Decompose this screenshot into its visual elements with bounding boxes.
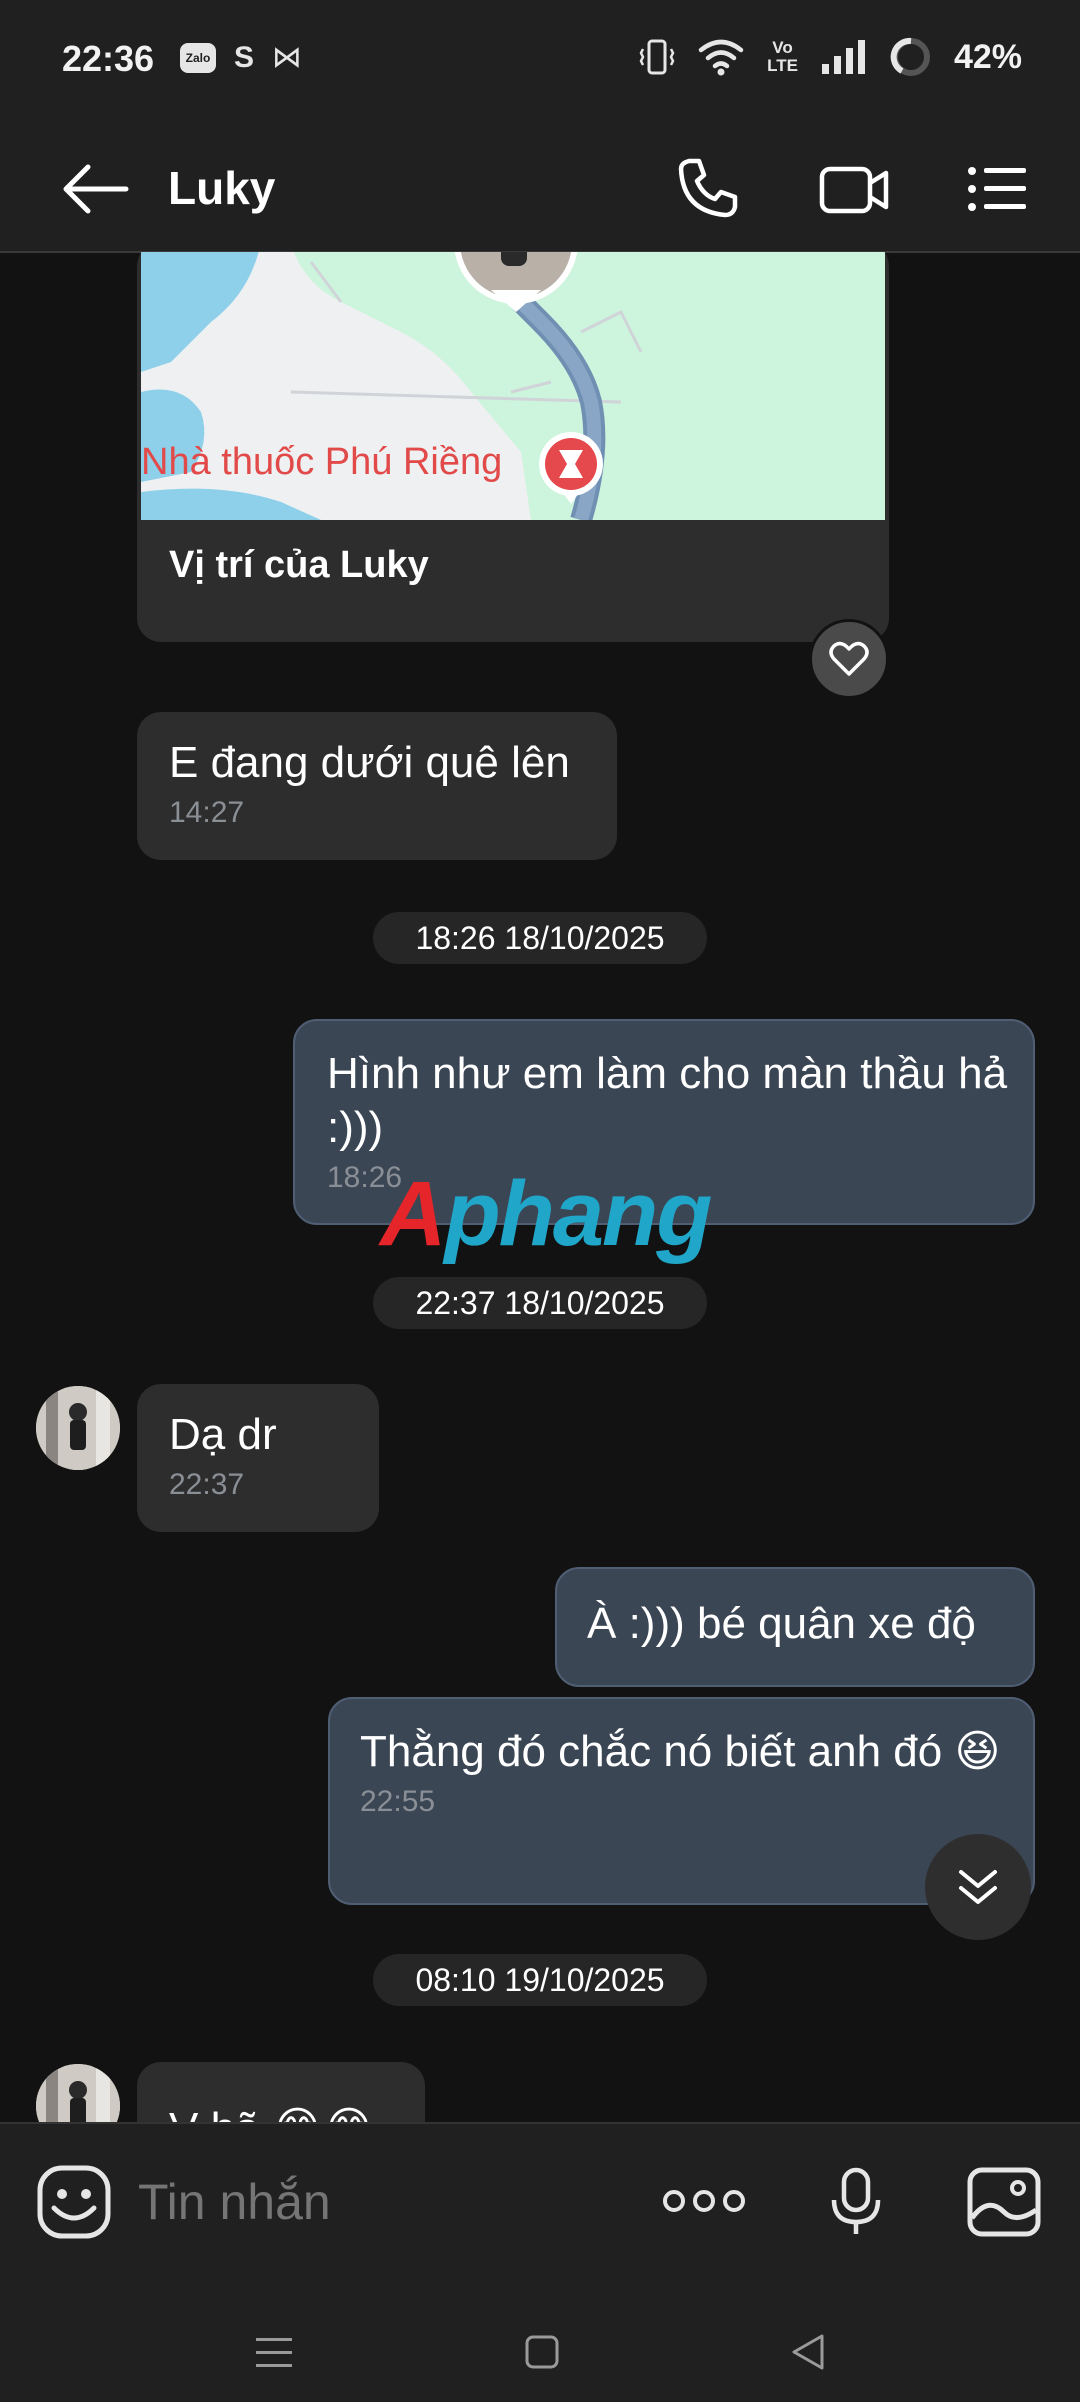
- message-time: 22:55: [360, 1785, 436, 1818]
- date-separator: 22:37 18/10/2025: [373, 1277, 707, 1329]
- call-icon[interactable]: [675, 155, 741, 221]
- message-time: 14:27: [169, 796, 245, 829]
- message-list[interactable]: Nhà thuốc Phú Riềng Vị trí của Luky E đa…: [0, 252, 1080, 2122]
- menu-icon[interactable]: [964, 159, 1028, 219]
- capcut-icon: ⋈: [272, 41, 303, 74]
- message-input[interactable]: [138, 2172, 618, 2232]
- heart-icon: [829, 641, 869, 676]
- watermark-logo: Aphang: [380, 1163, 712, 1265]
- status-time: 22:36: [62, 38, 155, 79]
- contact-name[interactable]: Luky: [168, 161, 275, 215]
- notification-icons: Zalo S ⋈: [180, 40, 302, 75]
- mic-icon[interactable]: [828, 2166, 884, 2238]
- message-composer: [0, 2122, 1080, 2402]
- message-text: V hã 😂😂: [169, 2102, 375, 2122]
- signal-icon: [821, 40, 865, 74]
- message-text: À :))) bé quân xe độ: [587, 1599, 976, 1648]
- avatar-photo: [36, 1386, 120, 1470]
- message-text: Thằng đó chắc nó biết anh đó 😆: [360, 1727, 1001, 1776]
- scroll-to-bottom-button[interactable]: [925, 1834, 1031, 1940]
- battery-percent: 42%: [953, 37, 1022, 76]
- video-call-icon[interactable]: [818, 159, 890, 219]
- double-chevron-down-icon: [959, 1870, 997, 1904]
- system-icons: Vo LTE 42%: [639, 36, 1022, 78]
- message-text: Dạ dr: [169, 1410, 277, 1459]
- more-icon[interactable]: [662, 2186, 746, 2216]
- status-bar: 22:36 Zalo S ⋈ Vo LTE 42%: [0, 0, 1080, 125]
- location-message[interactable]: Nhà thuốc Phú Riềng Vị trí của Luky: [137, 252, 889, 642]
- message-text: Hình như em làm cho màn thầu hả :))): [327, 1049, 1008, 1152]
- chat-header: Luky: [0, 125, 1080, 253]
- message-time: 22:37: [169, 1468, 245, 1501]
- avatar-photo: [36, 2064, 120, 2122]
- vibrate-icon: [639, 39, 675, 75]
- pharmacy-label: Nhà thuốc Phú Riềng: [141, 441, 502, 483]
- location-title: Vị trí của Luky: [169, 544, 429, 586]
- recent-apps-icon[interactable]: [252, 2334, 296, 2372]
- emoji-icon[interactable]: [36, 2164, 112, 2240]
- incoming-message[interactable]: E đang dưới quê lên 14:27: [137, 712, 617, 860]
- date-separator: 08:10 19/10/2025: [373, 1954, 707, 2006]
- s-app-icon: S: [234, 40, 255, 74]
- date-separator: 18:26 18/10/2025: [373, 912, 707, 964]
- volte-icon: Vo LTE: [767, 38, 798, 75]
- outgoing-message[interactable]: À :))) bé quân xe độ: [555, 1567, 1035, 1687]
- back-arrow-icon[interactable]: [60, 161, 130, 217]
- map-preview[interactable]: Nhà thuốc Phú Riềng: [141, 252, 885, 520]
- home-icon[interactable]: [524, 2334, 560, 2370]
- incoming-message[interactable]: V hã 😂😂: [137, 2062, 425, 2122]
- incoming-message[interactable]: Dạ dr 22:37: [137, 1384, 379, 1532]
- battery-ring-icon: [890, 37, 930, 76]
- message-text: E đang dưới quê lên: [169, 738, 570, 787]
- wifi-icon: [698, 39, 744, 76]
- gallery-icon[interactable]: [966, 2166, 1042, 2238]
- contact-avatar[interactable]: [36, 2064, 120, 2122]
- contact-avatar[interactable]: [36, 1386, 120, 1470]
- zalo-icon: Zalo: [180, 42, 216, 73]
- reaction-button[interactable]: [809, 619, 889, 699]
- nav-back-icon[interactable]: [788, 2332, 828, 2372]
